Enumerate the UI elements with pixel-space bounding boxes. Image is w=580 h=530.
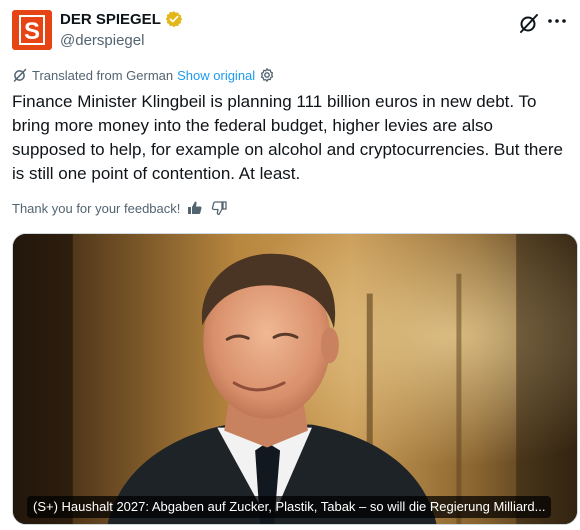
show-original-link[interactable]: Show original (177, 68, 255, 83)
translated-label: Translated from German (32, 67, 174, 83)
author-name-row: DER SPIEGEL (60, 10, 183, 28)
article-card[interactable]: (S+) Haushalt 2027: Abgaben auf Zucker, … (12, 233, 578, 525)
translation-settings-icon[interactable] (259, 67, 275, 83)
article-card-title[interactable]: (S+) Haushalt 2027: Abgaben auf Zucker, … (27, 496, 552, 518)
more-options-icon[interactable] (546, 10, 568, 32)
author-handle[interactable]: @derspiegel (60, 32, 144, 49)
translate-icon (12, 67, 28, 83)
article-photo (13, 234, 577, 524)
translation-feedback: Thank you for your feedback! (12, 198, 228, 218)
grok-icon[interactable] (518, 12, 540, 34)
svg-text:S: S (24, 18, 40, 45)
spiegel-logo-icon: S (19, 15, 45, 45)
thumbs-down-icon[interactable] (210, 199, 228, 217)
verified-badge-icon[interactable] (165, 10, 183, 28)
author-display-name[interactable]: DER SPIEGEL (60, 11, 161, 28)
avatar[interactable]: S (12, 10, 52, 50)
tweet-header: S DER SPIEGEL @derspiegel (12, 8, 568, 52)
thumbs-up-icon[interactable] (186, 199, 204, 217)
feedback-label: Thank you for your feedback! (12, 200, 181, 216)
translation-notice: Translated from German Show original (12, 66, 275, 84)
tweet-text: Finance Minister Klingbeil is planning 1… (12, 92, 563, 183)
